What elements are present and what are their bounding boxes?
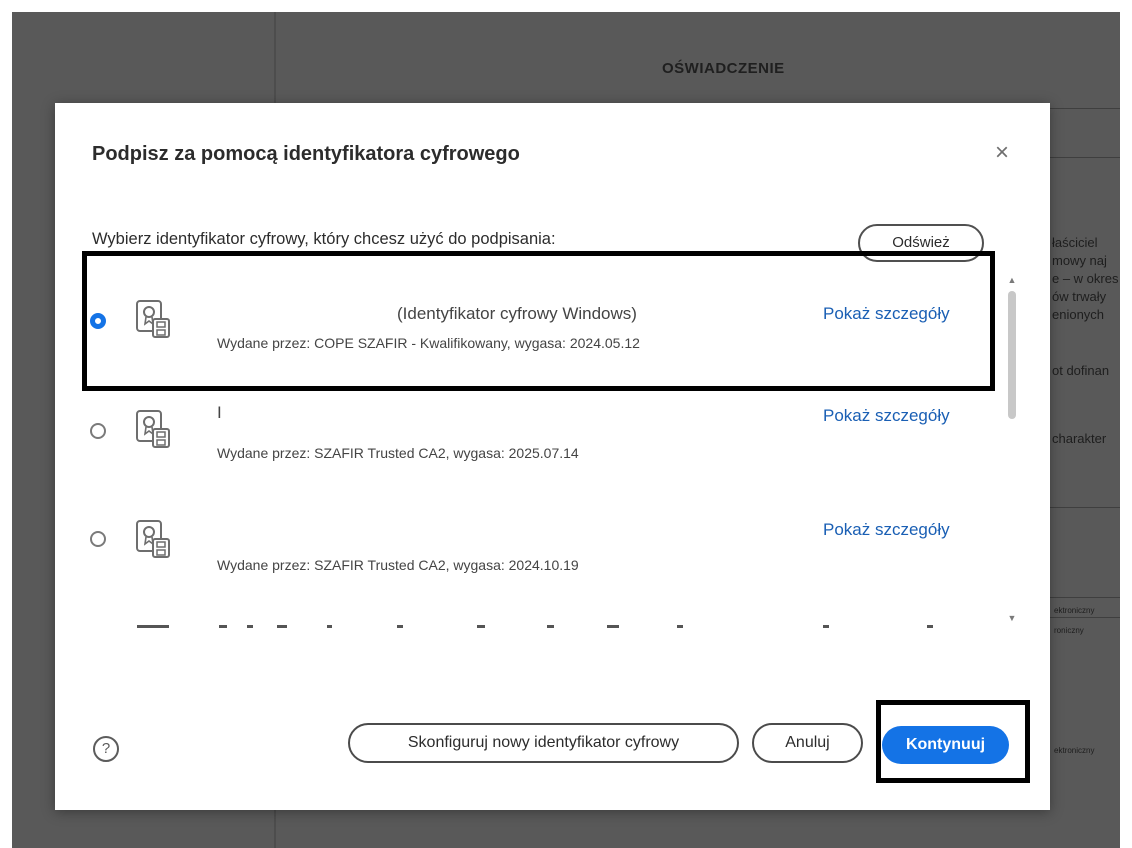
document-text: roniczny (1054, 626, 1084, 635)
id-issuer: Wydane przez: SZAFIR Trusted CA2, wygasa… (217, 445, 579, 461)
help-icon[interactable]: ? (93, 736, 119, 762)
document-text: charakter (1052, 431, 1107, 446)
document-title: OŚWIADCZENIE (662, 60, 785, 77)
certificate-icon (135, 409, 171, 449)
close-icon[interactable]: × (990, 141, 1014, 165)
certificate-icon (135, 519, 171, 559)
selection-highlight-box (82, 251, 995, 391)
digital-id-item[interactable]: Wydane przez: SZAFIR Trusted CA2, wygasa… (77, 483, 1007, 593)
document-line (1046, 597, 1120, 598)
configure-new-id-button[interactable]: Skonfiguruj nowy identyfikator cyfrowy (348, 723, 739, 763)
select-id-prompt: Wybierz identyfikator cyfrowy, który chc… (92, 230, 556, 248)
document-text: mowy naj (1052, 253, 1107, 268)
list-scrollbar[interactable]: ▲ ▼ (1005, 263, 1019, 633)
document-text: ot dofinan (1052, 363, 1110, 378)
show-details-link[interactable]: Pokaż szczegóły (823, 520, 950, 540)
scroll-up-icon[interactable]: ▲ (1007, 275, 1017, 285)
document-text: enionych (1052, 307, 1105, 322)
continue-highlight-box (876, 700, 1030, 783)
document-text: ów trwały (1052, 289, 1107, 304)
dialog-title: Podpisz za pomocą identyfikatora cyfrowe… (92, 143, 520, 165)
scroll-thumb[interactable] (1008, 291, 1016, 419)
id-issuer: Wydane przez: SZAFIR Trusted CA2, wygasa… (217, 557, 579, 573)
document-text: ektroniczny (1054, 746, 1095, 755)
scroll-down-icon[interactable]: ▼ (1007, 613, 1017, 623)
document-line (1046, 157, 1120, 158)
id-name: I (217, 403, 222, 422)
partial-list-item (77, 623, 1007, 635)
id-radio[interactable] (90, 423, 106, 439)
id-radio[interactable] (90, 531, 106, 547)
document-text: łaściciel (1052, 235, 1098, 250)
show-details-link[interactable]: Pokaż szczegóły (823, 406, 950, 426)
document-line (1046, 507, 1120, 508)
document-text: e – w okres (1052, 271, 1119, 286)
cancel-button[interactable]: Anuluj (752, 723, 863, 763)
document-line (1046, 617, 1120, 618)
